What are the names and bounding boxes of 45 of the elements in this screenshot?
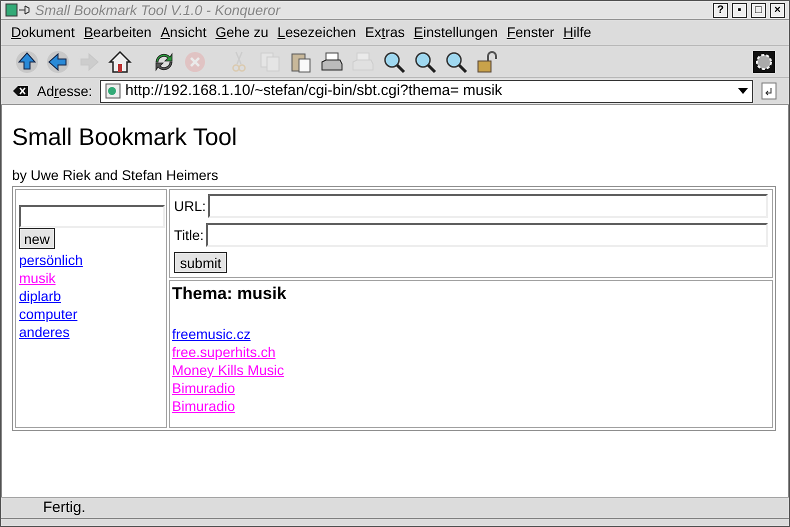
link[interactable]: freemusic.cz <box>172 325 251 343</box>
menu-item[interactable]: Lesezeichen <box>277 22 356 43</box>
page-icon <box>105 83 122 99</box>
submit-button[interactable]: submit <box>174 252 228 273</box>
link[interactable]: diplarb <box>19 287 62 305</box>
url-input[interactable] <box>208 194 768 218</box>
dropdown-arrow-icon[interactable] <box>738 88 748 94</box>
menu-item[interactable]: Ansicht <box>160 22 206 43</box>
address-field[interactable]: http://192.168.1.10/~stefan/cgi-bin/sbt.cgi?thema= musik <box>100 80 753 102</box>
link[interactable]: persönlich <box>19 251 83 269</box>
printer-icon[interactable] <box>320 50 344 74</box>
menu-item[interactable]: Hilfe <box>563 22 592 43</box>
home-icon[interactable] <box>108 50 132 74</box>
window-button[interactable]: ? <box>713 2 728 18</box>
open-padlock-icon[interactable] <box>475 50 499 74</box>
address-label: Adresse: <box>37 82 92 100</box>
go-icon[interactable] <box>761 82 777 100</box>
menu-item[interactable]: Dokument <box>11 22 75 43</box>
menu-item[interactable]: Extras <box>365 22 405 43</box>
title-input[interactable] <box>206 223 768 247</box>
byline: by Uwe Riek and Stefan Heimers <box>12 166 220 185</box>
new-button[interactable]: new <box>19 228 55 249</box>
topic-input[interactable] <box>19 205 165 228</box>
menu-item[interactable]: Bearbeiten <box>84 22 152 43</box>
link[interactable]: anderes <box>19 323 70 341</box>
window-button[interactable]: × <box>770 2 785 18</box>
magnifier-icon[interactable] <box>413 50 437 74</box>
title-label: Title: <box>174 226 204 244</box>
clear-address-icon[interactable] <box>13 85 29 97</box>
gear-logo-icon[interactable] <box>753 50 775 72</box>
window-button[interactable]: □ <box>751 2 766 18</box>
url-label: URL: <box>174 196 206 216</box>
magnifier-icon[interactable] <box>382 50 406 74</box>
page-title: Small Bookmark Tool <box>12 123 238 153</box>
window-button[interactable]: ▪ <box>732 2 747 18</box>
menu-item[interactable]: Gehe zu <box>215 22 268 43</box>
status-text: Fertig. <box>43 498 86 518</box>
app-icon <box>5 3 31 17</box>
link[interactable]: computer <box>19 305 78 323</box>
window-title: Small Bookmark Tool V.1.0 - Konqueror <box>35 1 282 20</box>
magnifier-icon[interactable] <box>444 50 468 74</box>
topic-heading: Thema: musik <box>172 283 288 305</box>
menu-item[interactable]: Einstellungen <box>414 22 498 43</box>
url-text: http://192.168.1.10/~stefan/cgi-bin/sbt.cgi?thema= musik <box>125 80 504 101</box>
menu-item[interactable]: Fenster <box>506 22 554 43</box>
